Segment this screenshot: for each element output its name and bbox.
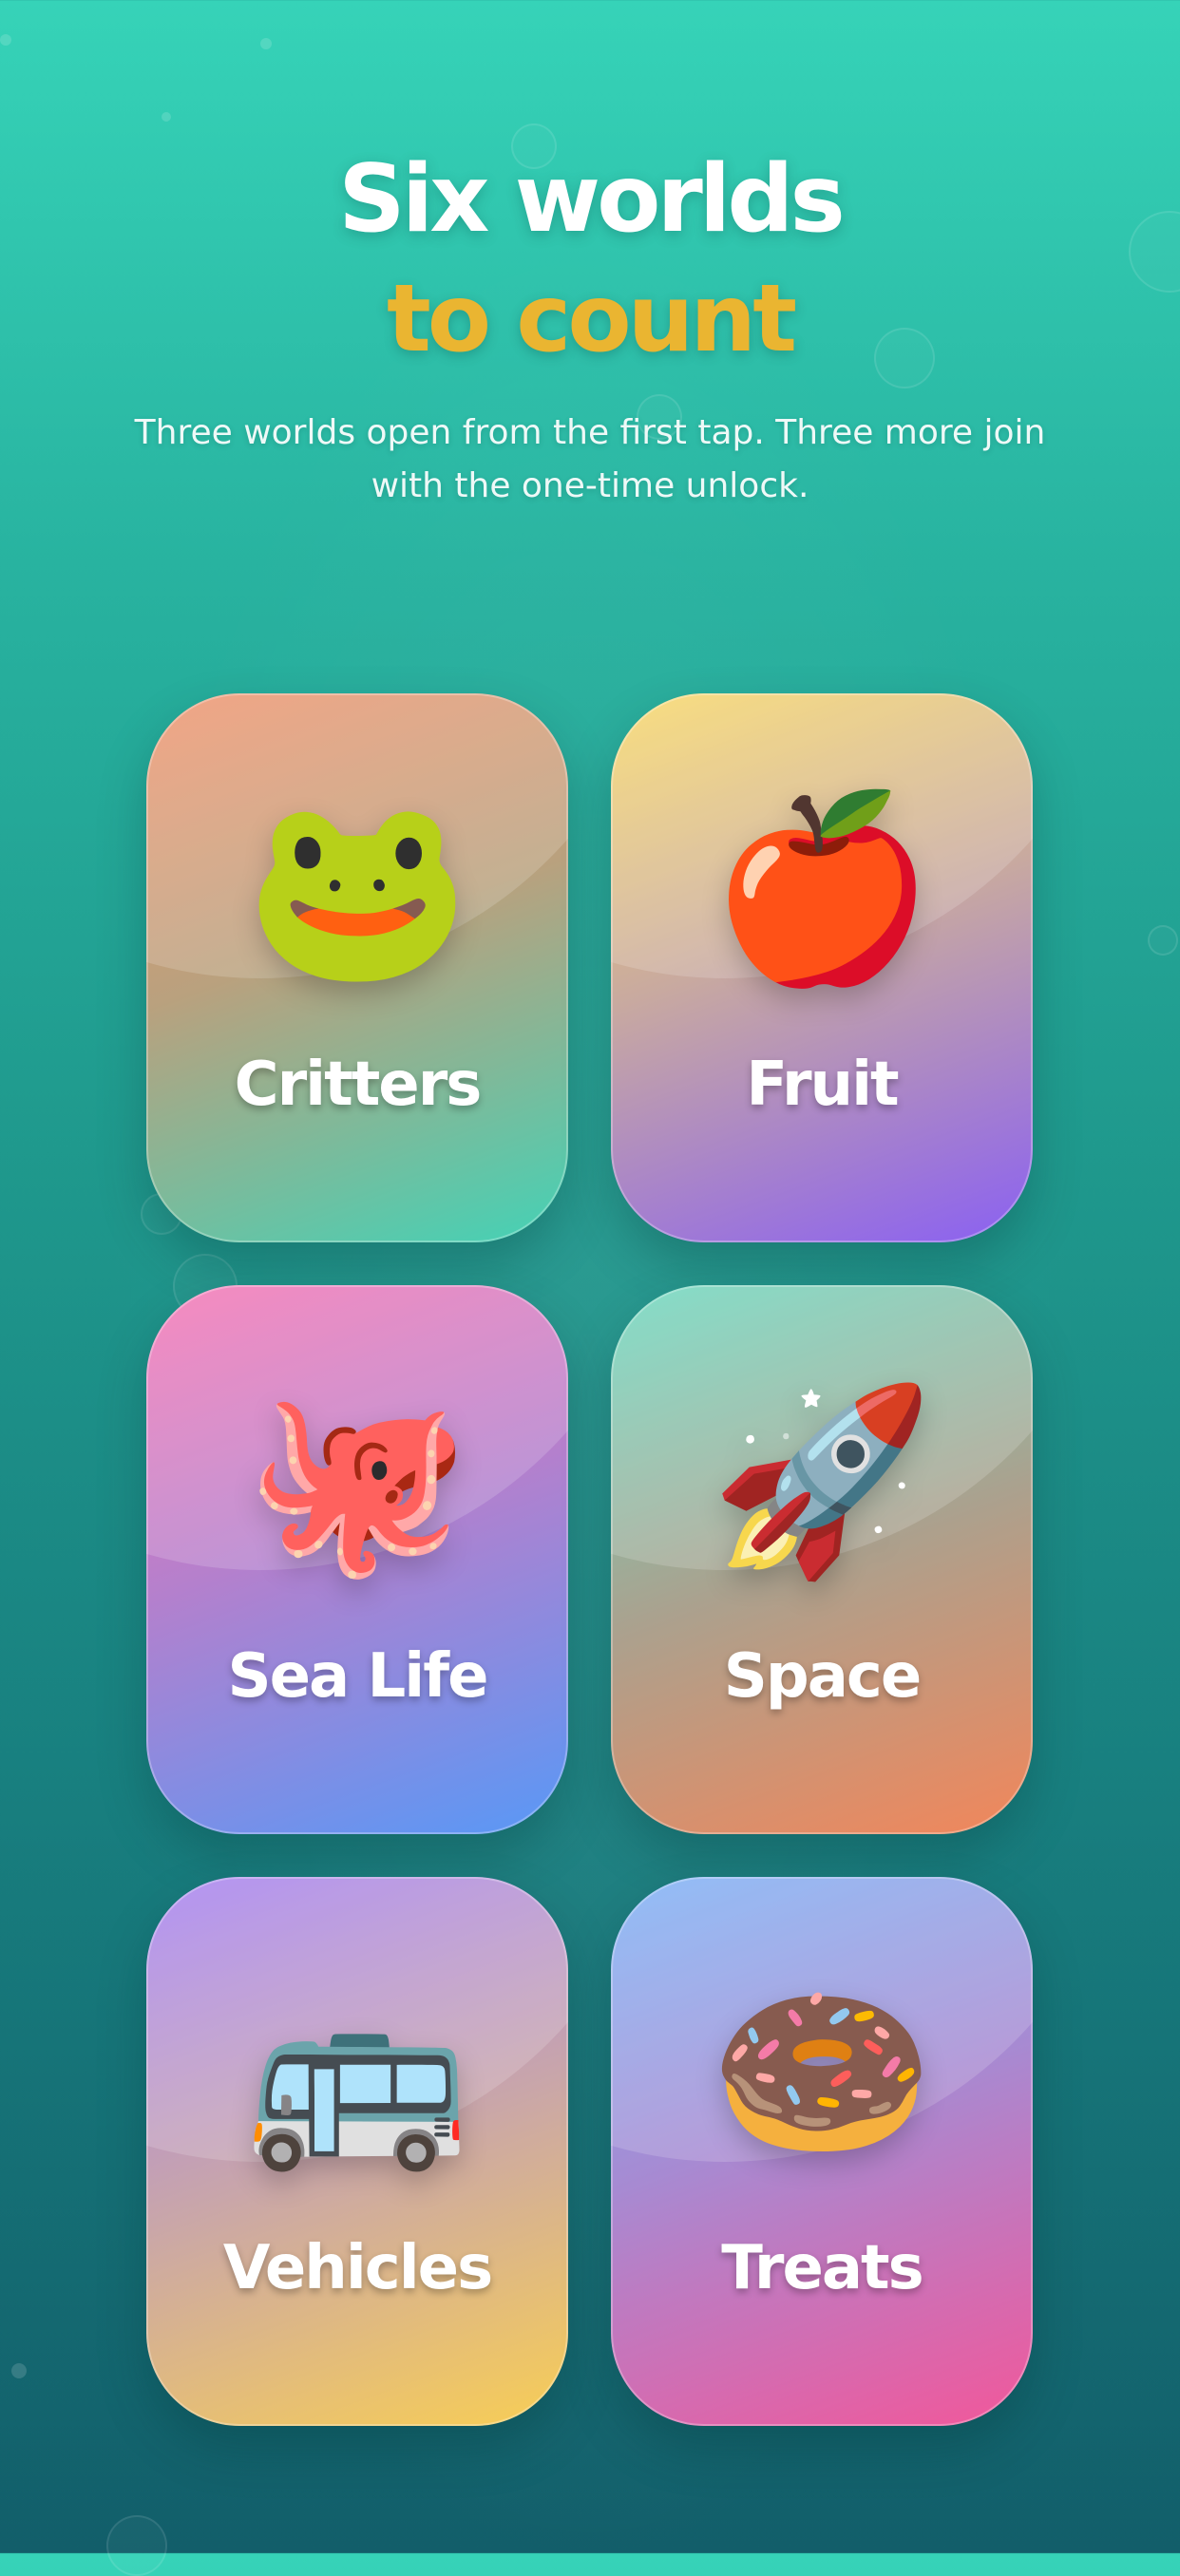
world-card-label: Fruit <box>746 1050 899 1120</box>
decorative-dot <box>260 38 272 49</box>
world-card-label: Critters <box>234 1050 483 1120</box>
decorative-bubble <box>106 2515 167 2576</box>
page-title: Six worlds <box>338 145 846 254</box>
octopus-icon: 🐙 <box>244 1375 470 1585</box>
decorative-dot <box>162 112 171 122</box>
decorative-dot <box>11 2363 27 2378</box>
world-card-label: Vehicles <box>222 2233 493 2303</box>
world-card-label: Treats <box>721 2233 923 2303</box>
world-card-critters[interactable]: 🐸 Critters <box>146 693 568 1242</box>
page-subtitle: Three worlds open from the first tap. Th… <box>134 413 1046 505</box>
frog-icon: 🐸 <box>244 784 470 994</box>
decorative-dot <box>0 34 11 46</box>
world-card-vehicles[interactable]: 🚌 Vehicles <box>146 1877 568 2426</box>
world-card-treats[interactable]: 🍩 Treats <box>611 1877 1033 2426</box>
bus-icon: 🚌 <box>244 1967 470 2177</box>
apple-icon: 🍎 <box>709 784 935 994</box>
doughnut-icon: 🍩 <box>709 1967 935 2177</box>
world-card-fruit[interactable]: 🍎 Fruit <box>611 693 1033 1242</box>
rocket-icon: 🚀 <box>709 1375 935 1585</box>
world-card-label: Sea Life <box>227 1641 489 1712</box>
decorative-bubble <box>1148 925 1178 956</box>
world-card-space[interactable]: 🚀 Space <box>611 1285 1033 1834</box>
page-title-accent: to count <box>386 265 797 373</box>
world-card-sea-life[interactable]: 🐙 Sea Life <box>146 1285 568 1834</box>
world-card-label: Space <box>723 1641 922 1712</box>
